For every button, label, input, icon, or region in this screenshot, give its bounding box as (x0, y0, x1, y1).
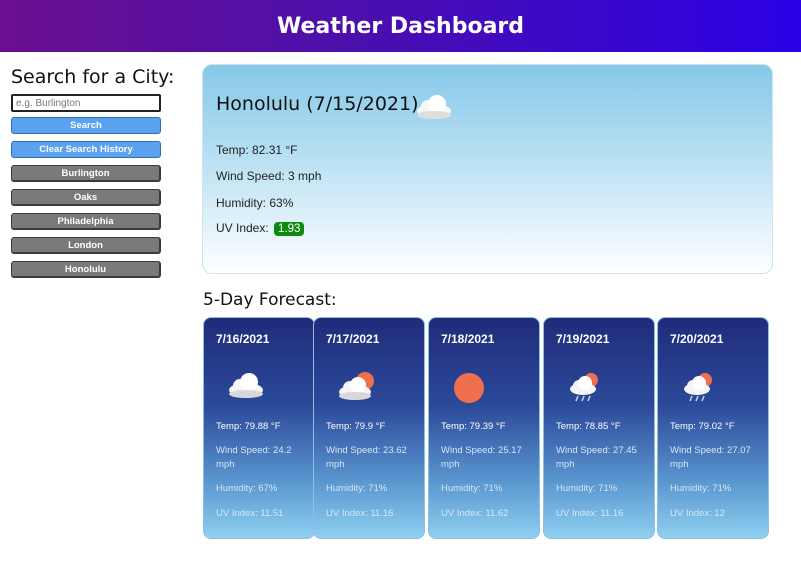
forecast-date: 7/19/2021 (556, 332, 610, 346)
forecast-humidity: Humidity: 71% (326, 483, 388, 494)
current-wind: Wind Speed: 3 mph (216, 169, 322, 183)
forecast-temp: Temp: 79.39 °F (441, 421, 506, 432)
app-header: Weather Dashboard (0, 0, 801, 52)
search-button[interactable]: Search (11, 117, 161, 134)
history-item-philadelphia[interactable]: Philadelphia (11, 213, 161, 230)
forecast-date: 7/16/2021 (216, 332, 270, 346)
forecast-heading: 5-Day Forecast: (203, 290, 337, 310)
forecast-date: 7/17/2021 (326, 332, 380, 346)
forecast-card: 7/18/2021 Temp: 79.39 °F Wind Speed: 25.… (428, 317, 540, 539)
forecast-wind: Wind Speed: 24.2 mph (216, 445, 292, 470)
forecast-wind: Wind Speed: 23.62 mph (326, 445, 407, 470)
uv-label: UV Index: (216, 221, 269, 235)
forecast-uv: UV Index: 11.16 (326, 508, 394, 519)
sun-icon (451, 370, 487, 411)
history-item-london[interactable]: London (11, 237, 161, 254)
sun-cloud-rain-icon (680, 370, 718, 409)
forecast-card: 7/20/2021 Temp: 79.02 °F Wind Speed: 27.… (657, 317, 769, 539)
forecast-date: 7/18/2021 (441, 332, 495, 346)
current-uv-row: UV Index: 1.93 (216, 221, 305, 236)
sun-cloud-rain-icon (566, 370, 604, 409)
forecast-uv: UV Index: 12 (670, 508, 725, 519)
forecast-date: 7/20/2021 (670, 332, 724, 346)
forecast-humidity: Humidity: 71% (441, 483, 503, 494)
current-humidity: Humidity: 63% (216, 196, 294, 210)
forecast-humidity: Humidity: 67% (216, 483, 278, 494)
search-heading: Search for a City: (11, 66, 175, 88)
forecast-uv: UV Index: 11.16 (556, 508, 624, 519)
sun-behind-cloud-icon (336, 370, 378, 407)
history-item-honolulu[interactable]: Honolulu (11, 261, 161, 278)
forecast-humidity: Humidity: 71% (670, 483, 732, 494)
forecast-uv: UV Index: 11.51 (216, 508, 284, 519)
forecast-wind: Wind Speed: 25.17 mph (441, 445, 522, 470)
search-sidebar: Search for a City: Search Clear Search H… (11, 66, 175, 285)
current-weather-card: Honolulu (7/15/2021) Temp: 82.31 °F Wind… (202, 64, 773, 274)
current-temp: Temp: 82.31 °F (216, 143, 298, 157)
forecast-uv: UV Index: 11.62 (441, 508, 509, 519)
uv-badge: 1.93 (274, 222, 305, 236)
clear-history-button[interactable]: Clear Search History (11, 141, 161, 158)
forecast-temp: Temp: 78.85 °F (556, 421, 621, 432)
forecast-temp: Temp: 79.02 °F (670, 421, 735, 432)
forecast-humidity: Humidity: 71% (556, 483, 618, 494)
cloud-icon (414, 93, 454, 126)
forecast-temp: Temp: 79.9 °F (326, 421, 386, 432)
forecast-card: 7/19/2021 Temp: 78.85 °F Wind Speed: 27.… (543, 317, 655, 539)
history-item-burlington[interactable]: Burlington (11, 165, 161, 182)
current-city-date: Honolulu (7/15/2021) (216, 93, 419, 115)
forecast-card: 7/16/2021 Temp: 79.88 °F Wind Speed: 24.… (203, 317, 315, 539)
city-search-input[interactable] (11, 94, 161, 112)
forecast-temp: Temp: 79.88 °F (216, 421, 281, 432)
cloud-icon (226, 370, 266, 405)
page-title: Weather Dashboard (276, 13, 525, 39)
history-item-oaks[interactable]: Oaks (11, 189, 161, 206)
forecast-card: 7/17/2021 Temp: 79.9 °F Wind Speed: 23.6… (313, 317, 425, 539)
forecast-wind: Wind Speed: 27.45 mph (556, 445, 637, 470)
forecast-wind: Wind Speed: 27.07 mph (670, 445, 751, 470)
